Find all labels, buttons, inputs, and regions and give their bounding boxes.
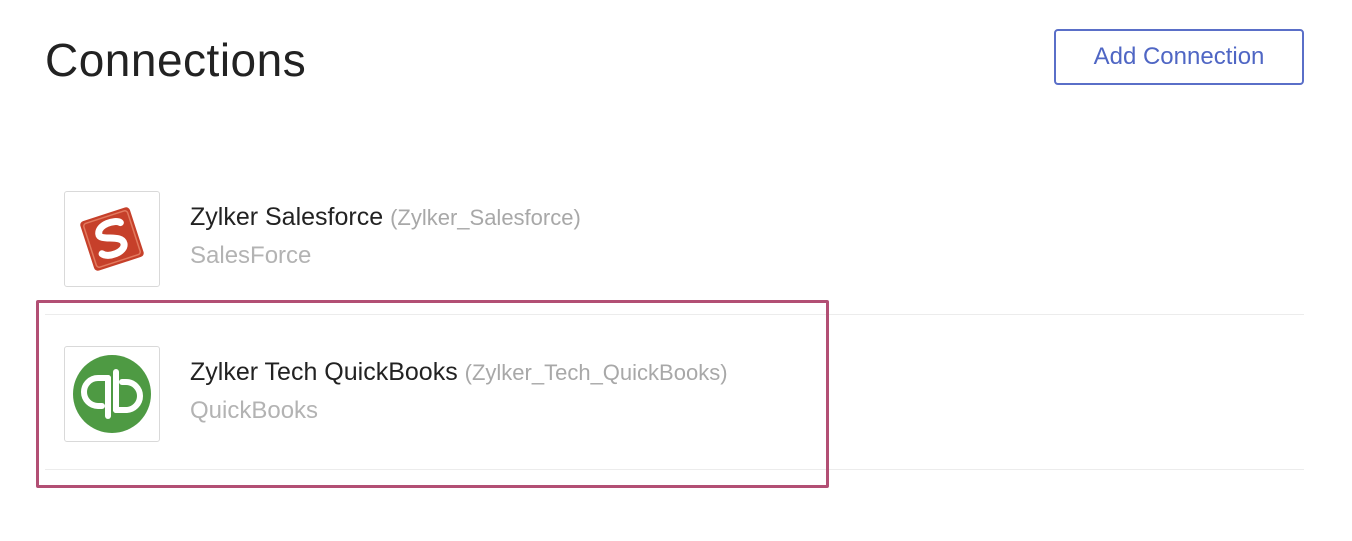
- connection-service: SalesForce: [190, 242, 312, 269]
- connection-link-name: (Zylker_Tech_QuickBooks): [464, 360, 728, 385]
- connection-name[interactable]: Zylker Salesforce: [190, 203, 383, 231]
- connection-title: Zylker Salesforce (Zylker_Salesforce): [190, 200, 581, 235]
- connection-title: Zylker Tech QuickBooks (Zylker_Tech_Quic…: [190, 355, 728, 390]
- connection-item-salesforce[interactable]: Zylker Salesforce (Zylker_Salesforce) Sa…: [45, 160, 1304, 315]
- add-connection-button[interactable]: Add Connection: [1054, 29, 1304, 85]
- connection-logo: [64, 191, 160, 287]
- quickbooks-qb-icon: [73, 355, 151, 433]
- connection-name[interactable]: Zylker Tech QuickBooks: [190, 358, 458, 386]
- connection-text: Zylker Tech QuickBooks (Zylker_Tech_Quic…: [190, 355, 728, 428]
- page-title: Connections: [45, 34, 307, 86]
- connection-list: Zylker Salesforce (Zylker_Salesforce) Sa…: [45, 160, 1304, 470]
- connection-service: QuickBooks: [190, 397, 319, 424]
- connection-logo: [64, 346, 160, 442]
- salesforce-s-icon: [80, 207, 144, 271]
- connection-link-name: (Zylker_Salesforce): [390, 205, 581, 230]
- connection-item-quickbooks[interactable]: Zylker Tech QuickBooks (Zylker_Tech_Quic…: [45, 315, 1304, 470]
- connection-text: Zylker Salesforce (Zylker_Salesforce) Sa…: [190, 200, 581, 273]
